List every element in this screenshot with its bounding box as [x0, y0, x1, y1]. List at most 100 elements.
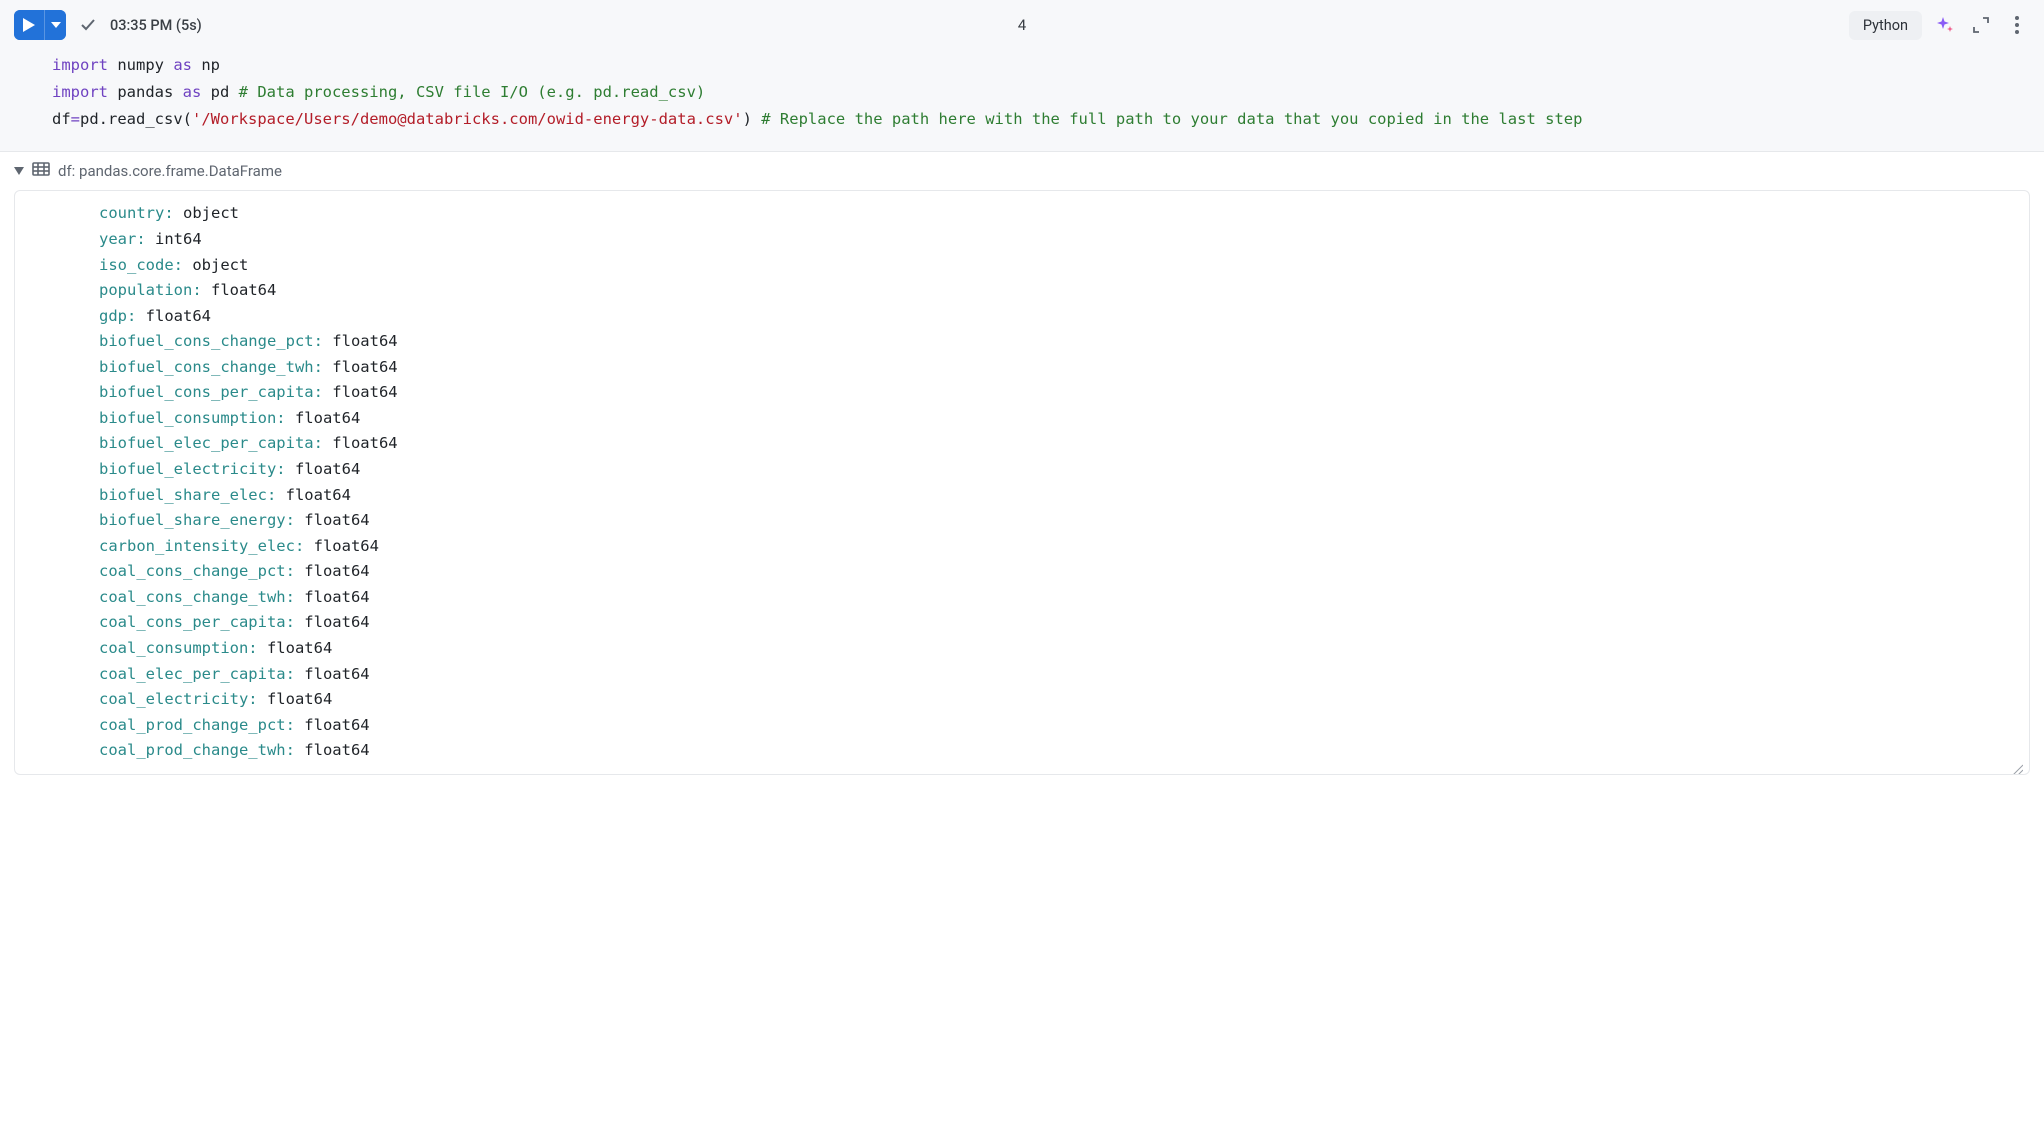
code-token: numpy — [108, 56, 173, 74]
code-token: = — [71, 110, 80, 128]
code-token: pd — [201, 83, 238, 101]
schema-column-type: object — [183, 256, 248, 274]
play-icon — [23, 18, 35, 32]
chevron-down-icon — [51, 22, 61, 28]
schema-column-type: float64 — [295, 511, 370, 529]
schema-column-type: float64 — [286, 460, 361, 478]
schema-row: coal_consumption: float64 — [99, 636, 2015, 662]
schema-row: biofuel_cons_change_twh: float64 — [99, 355, 2015, 381]
output-variable-label: df: pandas.core.frame.DataFrame — [58, 162, 282, 180]
collapse-toggle[interactable] — [14, 167, 24, 175]
expand-button[interactable] — [1968, 12, 1994, 38]
schema-row: biofuel_consumption: float64 — [99, 406, 2015, 432]
schema-column-name: year: — [99, 230, 146, 248]
schema-column-name: coal_cons_change_pct: — [99, 562, 295, 580]
schema-column-type: float64 — [295, 613, 370, 631]
schema-row: year: int64 — [99, 227, 2015, 253]
execution-timestamp: 03:35 PM (5s) — [110, 17, 202, 34]
schema-row: coal_cons_change_twh: float64 — [99, 585, 2015, 611]
schema-column-name: biofuel_cons_per_capita: — [99, 383, 323, 401]
schema-row: gdp: float64 — [99, 304, 2015, 330]
cell-right-tools: Python — [1849, 11, 2030, 40]
schema-row: country: object — [99, 201, 2015, 227]
schema-row: coal_cons_per_capita: float64 — [99, 610, 2015, 636]
schema-column-name: population: — [99, 281, 202, 299]
run-dropdown-button[interactable] — [44, 10, 66, 40]
schema-row: coal_elec_per_capita: float64 — [99, 662, 2015, 688]
cell-toolbar: 03:35 PM (5s) 4 Python — [0, 0, 2044, 46]
schema-row: biofuel_cons_change_pct: float64 — [99, 329, 2015, 355]
dataframe-icon — [32, 162, 50, 180]
schema-column-type: float64 — [276, 486, 351, 504]
schema-column-type: float64 — [258, 639, 333, 657]
schema-row: biofuel_cons_per_capita: float64 — [99, 380, 2015, 406]
code-token: pandas — [108, 83, 183, 101]
schema-row: coal_electricity: float64 — [99, 687, 2015, 713]
expand-icon — [1972, 16, 1990, 34]
cell-output: df: pandas.core.frame.DataFrame country:… — [0, 152, 2044, 774]
schema-column-type: float64 — [295, 562, 370, 580]
schema-column-name: coal_consumption: — [99, 639, 258, 657]
schema-row: iso_code: object — [99, 253, 2015, 279]
schema-column-type: float64 — [202, 281, 277, 299]
code-token: np — [192, 56, 220, 74]
code-token: import — [52, 56, 108, 74]
output-header: df: pandas.core.frame.DataFrame — [0, 152, 2044, 190]
code-comment: # Data processing, CSV file I/O (e.g. pd… — [239, 83, 706, 101]
schema-column-name: iso_code: — [99, 256, 183, 274]
kebab-icon — [2015, 16, 2019, 34]
schema-column-type: float64 — [323, 358, 398, 376]
caret-down-icon — [14, 167, 24, 175]
code-token: as — [173, 56, 192, 74]
schema-column-name: carbon_intensity_elec: — [99, 537, 304, 555]
schema-row: coal_prod_change_twh: float64 — [99, 738, 2015, 764]
schema-column-name: coal_elec_per_capita: — [99, 665, 295, 683]
schema-row: carbon_intensity_elec: float64 — [99, 534, 2015, 560]
output-schema-panel[interactable]: country: objectyear: int64iso_code: obje… — [14, 190, 2030, 774]
schema-row: coal_prod_change_pct: float64 — [99, 713, 2015, 739]
schema-row: biofuel_electricity: float64 — [99, 457, 2015, 483]
schema-column-type: float64 — [295, 588, 370, 606]
schema-column-type: float64 — [136, 307, 211, 325]
schema-row: biofuel_share_energy: float64 — [99, 508, 2015, 534]
schema-column-name: coal_cons_per_capita: — [99, 613, 295, 631]
execution-count: 4 — [1018, 16, 1026, 34]
schema-column-type: float64 — [323, 383, 398, 401]
language-selector[interactable]: Python — [1849, 11, 1922, 40]
schema-column-name: biofuel_cons_change_twh: — [99, 358, 323, 376]
schema-column-name: gdp: — [99, 307, 136, 325]
code-editor[interactable]: import numpy as np import pandas as pd #… — [0, 46, 2044, 151]
code-token: pd.read_csv( — [80, 110, 192, 128]
schema-column-type: float64 — [304, 537, 379, 555]
check-icon — [76, 13, 100, 37]
code-token: import — [52, 83, 108, 101]
code-token: ) — [743, 110, 762, 128]
schema-column-name: biofuel_consumption: — [99, 409, 286, 427]
schema-column-type: float64 — [295, 741, 370, 759]
schema-row: coal_cons_change_pct: float64 — [99, 559, 2015, 585]
schema-column-type: float64 — [323, 434, 398, 452]
code-token: as — [183, 83, 202, 101]
more-menu-button[interactable] — [2004, 12, 2030, 38]
ai-assistant-button[interactable] — [1932, 12, 1958, 38]
schema-column-type: float64 — [295, 665, 370, 683]
schema-row: biofuel_elec_per_capita: float64 — [99, 431, 2015, 457]
schema-column-type: float64 — [258, 690, 333, 708]
schema-column-name: coal_prod_change_twh: — [99, 741, 295, 759]
run-button-group — [14, 10, 66, 40]
schema-column-name: coal_electricity: — [99, 690, 258, 708]
code-string: '/Workspace/Users/demo@databricks.com/ow… — [192, 110, 743, 128]
schema-row: population: float64 — [99, 278, 2015, 304]
schema-column-name: biofuel_elec_per_capita: — [99, 434, 323, 452]
schema-column-name: country: — [99, 204, 174, 222]
resize-handle[interactable] — [2011, 758, 2025, 772]
schema-column-type: float64 — [286, 409, 361, 427]
schema-column-name: coal_prod_change_pct: — [99, 716, 295, 734]
schema-column-type: float64 — [323, 332, 398, 350]
run-button[interactable] — [14, 10, 44, 40]
schema-row: biofuel_share_elec: float64 — [99, 483, 2015, 509]
notebook-cell: 03:35 PM (5s) 4 Python — [0, 0, 2044, 152]
schema-column-name: biofuel_share_elec: — [99, 486, 276, 504]
schema-column-name: biofuel_cons_change_pct: — [99, 332, 323, 350]
schema-column-type: object — [174, 204, 239, 222]
